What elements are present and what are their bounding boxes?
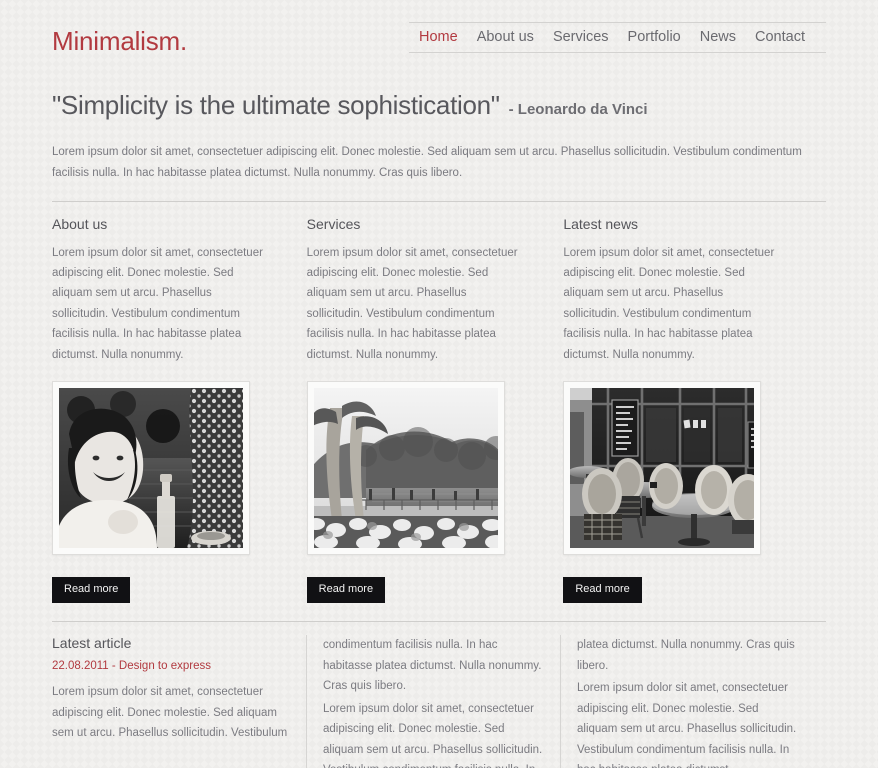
column-body-about-us: Lorem ipsum dolor sit amet, consectetuer… [52, 246, 263, 361]
thumbnail-frame-latest-news[interactable] [563, 381, 762, 556]
latest-article-body-3b: Lorem ipsum dolor sit amet, consectetuer… [577, 682, 797, 768]
latest-article-title: Latest article [52, 635, 132, 652]
feature-column-about-us: About us Lorem ipsum dolor sit amet, con… [52, 216, 315, 604]
latest-article-column-3: platea dictumst. Nulla nonummy. Cras qui… [560, 635, 818, 768]
nav-item-contact[interactable]: Contact [755, 29, 805, 46]
nav-item-portfolio[interactable]: Portfolio [628, 29, 681, 46]
read-more-button-latest-news[interactable]: Read more [563, 577, 642, 604]
latest-article-column-2: condimentum facilisis nulla. In hac habi… [306, 635, 564, 768]
nav-item-news[interactable]: News [700, 29, 736, 46]
thumbnail-frame-about-us[interactable] [52, 381, 250, 556]
column-body-latest-news: Lorem ipsum dolor sit amet, consectetuer… [563, 246, 775, 361]
thumbnail-frame-services[interactable] [306, 381, 505, 556]
divider-above-latest-article [52, 621, 826, 623]
page-root: Minimalism. Home About us Services Portf… [0, 0, 878, 768]
column-title-services: Services [306, 215, 361, 232]
site-header: Minimalism. Home About us Services Portf… [52, 0, 826, 70]
latest-article-date-link[interactable]: 22.08.2011 - Design to express [52, 660, 292, 672]
nav-item-about-us[interactable]: About us [477, 29, 534, 46]
column-title-about-us: About us [52, 215, 108, 232]
latest-article-column-1: Latest article 22.08.2011 - Design to ex… [52, 635, 310, 768]
page-title: "Simplicity is the ultimate sophisticati… [52, 85, 826, 122]
hero-intro-paragraph: Lorem ipsum dolor sit amet, consectetuer… [52, 146, 802, 180]
hero-quote-text: "Simplicity is the ultimate sophisticati… [52, 90, 500, 120]
feature-column-latest-news: Latest news Lorem ipsum dolor sit amet, … [563, 216, 826, 604]
main-navigation: Home About us Services Portfolio News Co… [409, 22, 826, 53]
column-body-services: Lorem ipsum dolor sit amet, consectetuer… [306, 246, 518, 361]
thumbnail-image-woman-smiling [59, 388, 243, 549]
latest-article-body-3a: platea dictumst. Nulla nonummy. Cras qui… [577, 639, 795, 672]
site-logo[interactable]: Minimalism. [52, 22, 187, 54]
latest-article-body-1: Lorem ipsum dolor sit amet, consectetuer… [52, 686, 288, 740]
thumbnail-image-park-lake [313, 388, 498, 549]
content-wrapper: Minimalism. Home About us Services Portf… [0, 0, 878, 768]
hero-section: "Simplicity is the ultimate sophisticati… [52, 85, 826, 185]
read-more-button-about-us[interactable]: Read more [52, 577, 131, 604]
thumbnail-image-cafe-terrace [570, 388, 755, 549]
feature-columns: About us Lorem ipsum dolor sit amet, con… [52, 216, 826, 604]
read-more-button-services[interactable]: Read more [306, 577, 386, 604]
nav-item-home[interactable]: Home [419, 29, 458, 46]
feature-column-services: Services Lorem ipsum dolor sit amet, con… [306, 215, 570, 604]
latest-article-section: Latest article 22.08.2011 - Design to ex… [52, 635, 826, 768]
hero-quote-author: - Leonardo da Vinci [508, 101, 648, 118]
latest-article-body-2a: condimentum facilisis nulla. In hac habi… [323, 639, 542, 693]
latest-article-body-2b: Lorem ipsum dolor sit amet, consectetuer… [323, 702, 543, 768]
column-title-latest-news: Latest news [563, 215, 639, 232]
nav-item-services[interactable]: Services [553, 29, 609, 46]
divider-above-columns [52, 200, 826, 202]
